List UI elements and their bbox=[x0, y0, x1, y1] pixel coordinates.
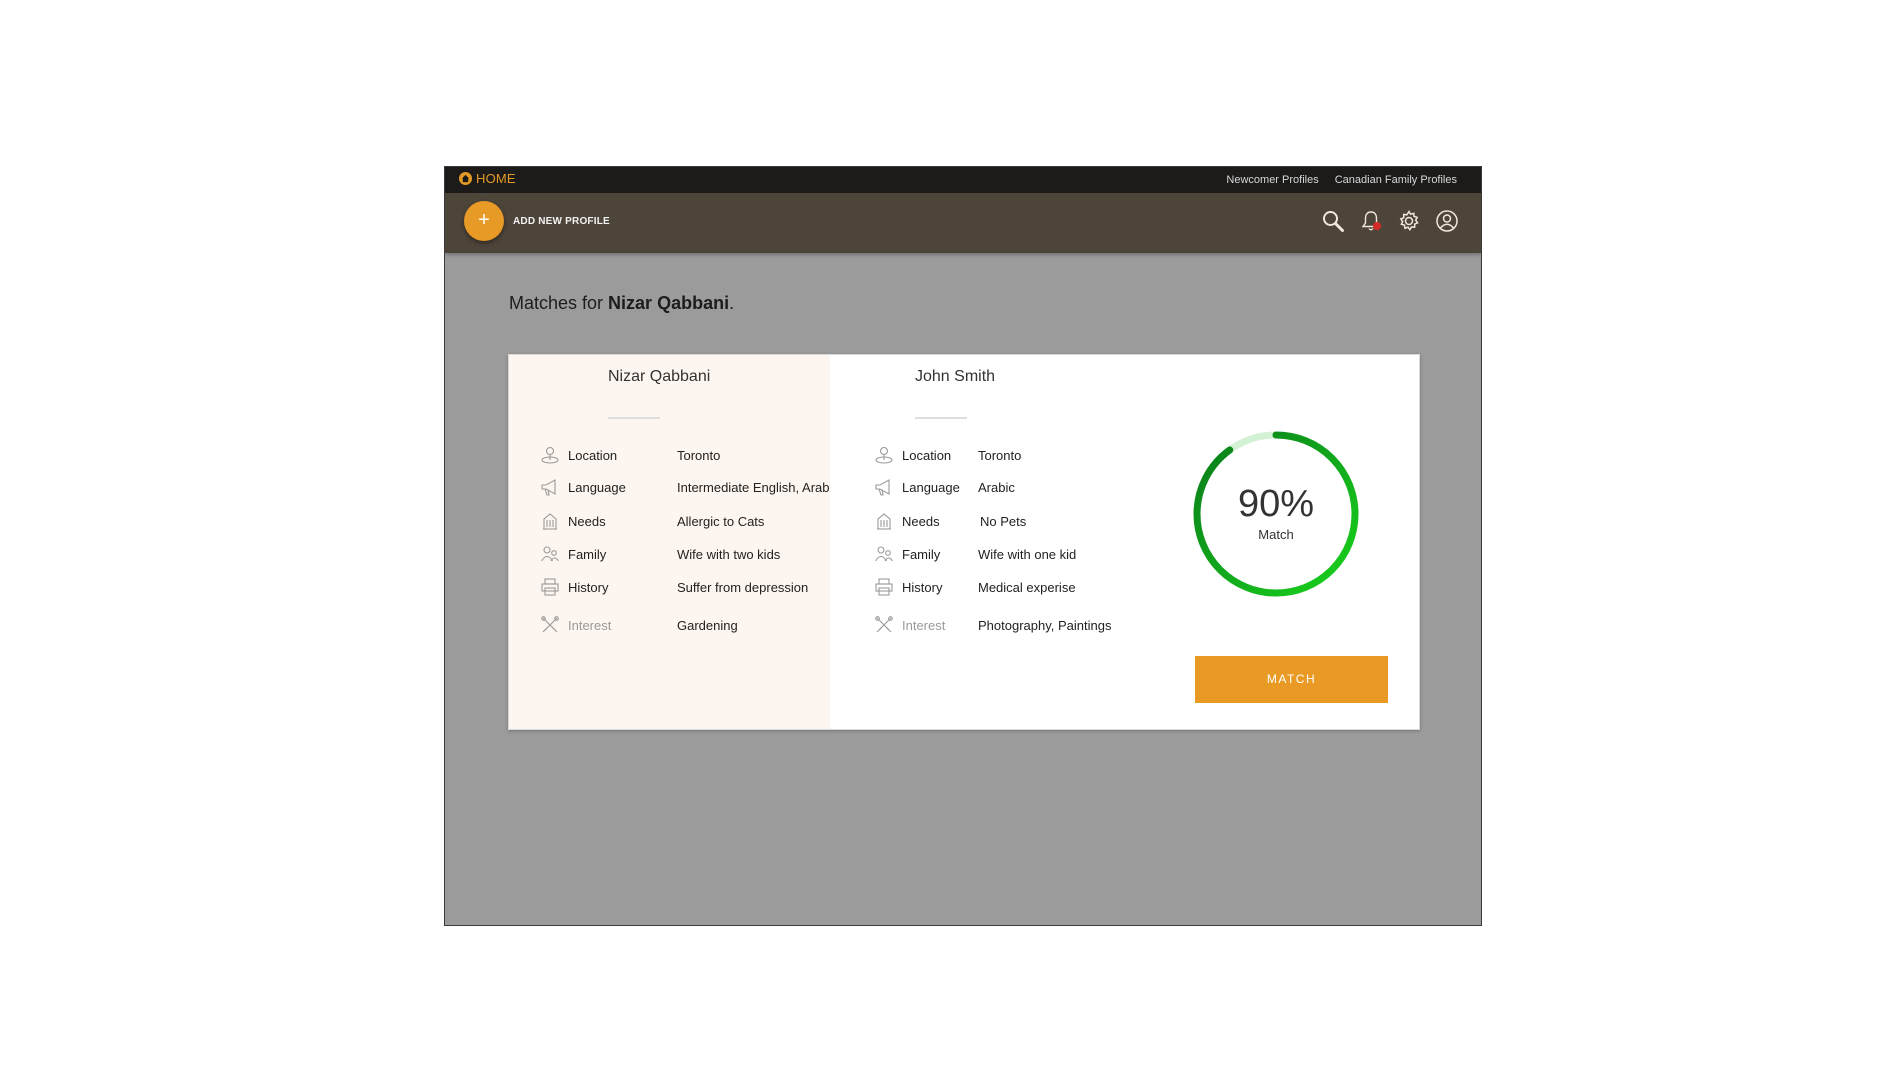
language-value: Arabic bbox=[978, 480, 1015, 495]
add-profile-button[interactable]: + bbox=[464, 201, 504, 241]
canadian-family-profile-panel: John Smith Location Toronto Language Ara… bbox=[830, 355, 1419, 729]
family-value: Wife with two kids bbox=[677, 547, 781, 562]
toolbar: + ADD NEW PROFILE bbox=[445, 193, 1481, 253]
gear-icon[interactable] bbox=[1397, 209, 1421, 233]
home-icon bbox=[459, 172, 472, 185]
history-value: Medical experise bbox=[978, 580, 1076, 595]
search-icon[interactable] bbox=[1321, 209, 1345, 233]
location-label: Location bbox=[902, 448, 952, 463]
page-title-prefix: Matches for bbox=[509, 293, 609, 313]
tools-icon bbox=[540, 615, 560, 635]
interest-label: Interest bbox=[902, 618, 946, 633]
page-title-name: Nizar Qabbani bbox=[608, 293, 730, 313]
newcomer-name: Nizar Qabbani bbox=[608, 368, 711, 385]
building-icon bbox=[874, 511, 894, 531]
newcomer-profile-panel: Nizar Qabbani Location Toronto Language … bbox=[509, 355, 839, 729]
location-label: Location bbox=[568, 448, 618, 463]
match-percent: 90% bbox=[1237, 483, 1315, 525]
bell-icon[interactable] bbox=[1359, 209, 1383, 233]
interest-value: Gardening bbox=[677, 618, 738, 633]
needs-value: No Pets bbox=[980, 514, 1027, 529]
language-label: Language bbox=[568, 480, 626, 495]
page-title: Matches for Nizar Qabbani. bbox=[509, 293, 734, 314]
nav-newcomer-profiles[interactable]: Newcomer Profiles bbox=[1226, 174, 1318, 186]
history-value: Suffer from depression bbox=[677, 580, 809, 595]
location-pin-icon bbox=[540, 445, 560, 465]
family-icon bbox=[540, 544, 560, 564]
top-nav: Newcomer Profiles Canadian Family Profil… bbox=[1226, 174, 1457, 186]
megaphone-icon bbox=[540, 477, 560, 497]
tools-icon bbox=[874, 615, 894, 635]
location-value: Toronto bbox=[978, 448, 1022, 463]
match-card: Nizar Qabbani Location Toronto Language … bbox=[508, 354, 1420, 730]
family-icon bbox=[874, 544, 894, 564]
toolbar-actions bbox=[1321, 209, 1459, 233]
match-percent-label: Match bbox=[1258, 527, 1294, 542]
family-name: John Smith bbox=[915, 368, 996, 385]
language-value: Intermediate English, Arabic bbox=[677, 480, 839, 495]
family-value: Wife with one kid bbox=[978, 547, 1077, 562]
match-button[interactable]: MATCH bbox=[1195, 656, 1388, 703]
interest-value: Photography, Paintings bbox=[978, 618, 1112, 633]
printer-icon bbox=[540, 577, 560, 597]
printer-icon bbox=[874, 577, 894, 597]
needs-label: Needs bbox=[902, 514, 940, 529]
building-icon bbox=[540, 511, 560, 531]
history-label: History bbox=[568, 580, 609, 595]
nav-canadian-family-profiles[interactable]: Canadian Family Profiles bbox=[1335, 174, 1457, 186]
add-profile-label[interactable]: ADD NEW PROFILE bbox=[513, 216, 610, 227]
location-value: Toronto bbox=[677, 448, 721, 463]
page-title-suffix: . bbox=[729, 293, 735, 313]
match-score-ring: 90% Match bbox=[1191, 429, 1361, 599]
name-divider bbox=[915, 417, 967, 419]
app-window: HOME Newcomer Profiles Canadian Family P… bbox=[444, 166, 1482, 926]
user-icon[interactable] bbox=[1435, 209, 1459, 233]
interest-label: Interest bbox=[568, 618, 612, 633]
history-label: History bbox=[902, 580, 943, 595]
needs-value: Allergic to Cats bbox=[677, 514, 765, 529]
needs-label: Needs bbox=[568, 514, 606, 529]
language-label: Language bbox=[902, 480, 960, 495]
name-divider bbox=[608, 417, 660, 419]
location-pin-icon bbox=[874, 445, 894, 465]
home-link[interactable]: HOME bbox=[459, 171, 516, 186]
family-label: Family bbox=[568, 547, 607, 562]
home-label: HOME bbox=[476, 171, 516, 186]
top-bar: HOME Newcomer Profiles Canadian Family P… bbox=[445, 167, 1481, 193]
megaphone-icon bbox=[874, 477, 894, 497]
family-label: Family bbox=[902, 547, 941, 562]
